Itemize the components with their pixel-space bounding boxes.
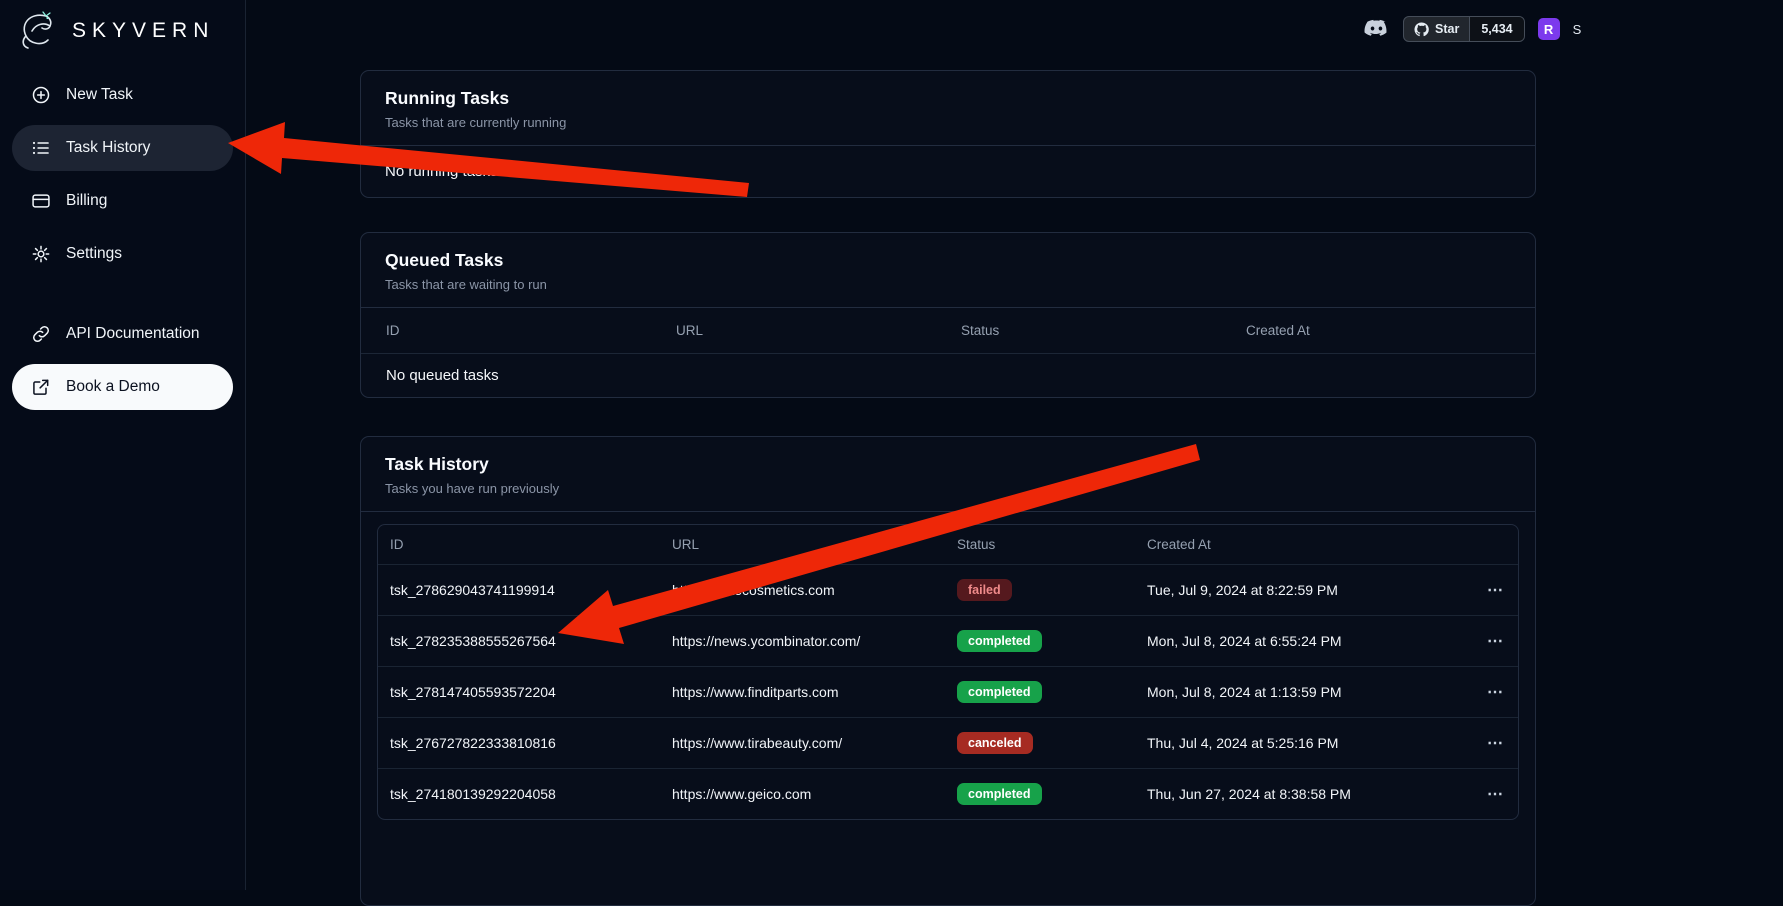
- column-header-id: ID: [378, 537, 672, 552]
- column-header-status: Status: [957, 537, 1147, 552]
- status-badge: failed: [957, 579, 1012, 601]
- card-title: Queued Tasks: [385, 249, 1511, 271]
- task-url: https://news.ycombinator.com/: [672, 619, 957, 663]
- link-icon: [31, 324, 51, 344]
- task-id: tsk_278629043741199914: [378, 568, 672, 612]
- sidebar-item-label: Billing: [66, 192, 107, 210]
- row-actions-button[interactable]: ⋯: [1462, 682, 1518, 702]
- sidebar-item-settings[interactable]: Settings: [12, 231, 233, 277]
- task-url: https://tartecosmetics.com: [672, 568, 957, 612]
- status-badge: canceled: [957, 732, 1033, 754]
- column-header-created-at: Created At: [1246, 323, 1535, 338]
- card-title: Task History: [385, 453, 1511, 475]
- sidebar-nav: New Task Task History Billing Settings: [0, 62, 245, 410]
- task-row[interactable]: tsk_274180139292204058 https://www.geico…: [378, 768, 1518, 819]
- task-id: tsk_278147405593572204: [378, 670, 672, 714]
- status-badge: completed: [957, 630, 1042, 652]
- task-history-header: Task History Tasks you have run previous…: [361, 437, 1535, 512]
- task-created-at: Thu, Jul 4, 2024 at 5:25:16 PM: [1147, 721, 1462, 765]
- sidebar-item-task-history[interactable]: Task History: [12, 125, 233, 171]
- github-star-count: 5,434: [1469, 17, 1523, 41]
- sidebar-item-api-documentation[interactable]: API Documentation: [12, 311, 233, 357]
- task-row[interactable]: tsk_278629043741199914 https://tartecosm…: [378, 564, 1518, 615]
- task-created-at: Mon, Jul 8, 2024 at 1:13:59 PM: [1147, 670, 1462, 714]
- row-actions-button[interactable]: ⋯: [1462, 580, 1518, 600]
- task-url: https://www.geico.com: [672, 772, 957, 816]
- card-subtitle: Tasks that are waiting to run: [385, 277, 1511, 293]
- task-row[interactable]: tsk_276727822333810816 https://www.tirab…: [378, 717, 1518, 768]
- external-link-icon: [31, 377, 51, 397]
- gear-icon: [31, 244, 51, 264]
- github-star-label: Star: [1435, 22, 1459, 36]
- cutoff-username-text: S: [1573, 22, 1582, 37]
- status-badge: completed: [957, 681, 1042, 703]
- column-header-url: URL: [676, 323, 961, 338]
- sidebar-item-new-task[interactable]: New Task: [12, 72, 233, 118]
- skyvern-logo-icon: [16, 10, 62, 52]
- brand: SKYVERN: [0, 0, 245, 62]
- task-row[interactable]: tsk_278235388555267564 https://news.ycom…: [378, 615, 1518, 666]
- task-created-at: Tue, Jul 9, 2024 at 8:22:59 PM: [1147, 568, 1462, 612]
- card-subtitle: Tasks that are currently running: [385, 115, 1511, 131]
- task-created-at: Thu, Jun 27, 2024 at 8:38:58 PM: [1147, 772, 1462, 816]
- task-url: https://www.tirabeauty.com/: [672, 721, 957, 765]
- github-star-widget[interactable]: Star 5,434: [1403, 16, 1525, 42]
- queued-tasks-column-headers: ID URL Status Created At: [361, 308, 1535, 354]
- sidebar-item-label: Task History: [66, 139, 150, 157]
- card-subtitle: Tasks you have run previously: [385, 481, 1511, 497]
- queued-tasks-header: Queued Tasks Tasks that are waiting to r…: [361, 233, 1535, 308]
- column-header-url: URL: [672, 537, 957, 552]
- task-id: tsk_274180139292204058: [378, 772, 672, 816]
- github-icon: [1414, 22, 1429, 37]
- queued-tasks-card: Queued Tasks Tasks that are waiting to r…: [360, 232, 1536, 398]
- sidebar-item-billing[interactable]: Billing: [12, 178, 233, 224]
- card-title: Running Tasks: [385, 87, 1511, 109]
- top-right-header: Star 5,434 R S: [1363, 14, 1581, 44]
- column-header-id: ID: [361, 323, 676, 338]
- task-history-card: Task History Tasks you have run previous…: [360, 436, 1536, 906]
- status-badge: completed: [957, 783, 1042, 805]
- credit-card-icon: [31, 191, 51, 211]
- sidebar: SKYVERN New Task Task History Billing S: [0, 0, 246, 890]
- nav-spacer: [12, 284, 233, 304]
- plus-circle-icon: [31, 85, 51, 105]
- task-created-at: Mon, Jul 8, 2024 at 6:55:24 PM: [1147, 619, 1462, 663]
- task-id: tsk_278235388555267564: [378, 619, 672, 663]
- queued-tasks-empty: No queued tasks: [361, 354, 1535, 397]
- running-tasks-empty: No running tasks: [361, 146, 1535, 197]
- avatar[interactable]: R: [1538, 18, 1560, 40]
- row-actions-button[interactable]: ⋯: [1462, 784, 1518, 804]
- task-history-table: ID URL Status Created At tsk_27862904374…: [377, 524, 1519, 820]
- task-history-column-headers: ID URL Status Created At: [378, 525, 1518, 564]
- sidebar-item-book-a-demo[interactable]: Book a Demo: [12, 364, 233, 410]
- column-header-status: Status: [961, 323, 1246, 338]
- list-icon: [31, 138, 51, 158]
- running-tasks-header: Running Tasks Tasks that are currently r…: [361, 71, 1535, 146]
- sidebar-item-label: Settings: [66, 245, 122, 263]
- running-tasks-card: Running Tasks Tasks that are currently r…: [360, 70, 1536, 198]
- task-id: tsk_276727822333810816: [378, 721, 672, 765]
- discord-icon[interactable]: [1363, 19, 1390, 39]
- row-actions-button[interactable]: ⋯: [1462, 631, 1518, 651]
- brand-name: SKYVERN: [72, 19, 214, 43]
- sidebar-item-label: API Documentation: [66, 325, 200, 343]
- row-actions-button[interactable]: ⋯: [1462, 733, 1518, 753]
- task-url: https://www.finditparts.com: [672, 670, 957, 714]
- sidebar-item-label: New Task: [66, 86, 133, 104]
- sidebar-item-label: Book a Demo: [66, 378, 160, 396]
- task-row[interactable]: tsk_278147405593572204 https://www.findi…: [378, 666, 1518, 717]
- column-header-created-at: Created At: [1147, 537, 1462, 552]
